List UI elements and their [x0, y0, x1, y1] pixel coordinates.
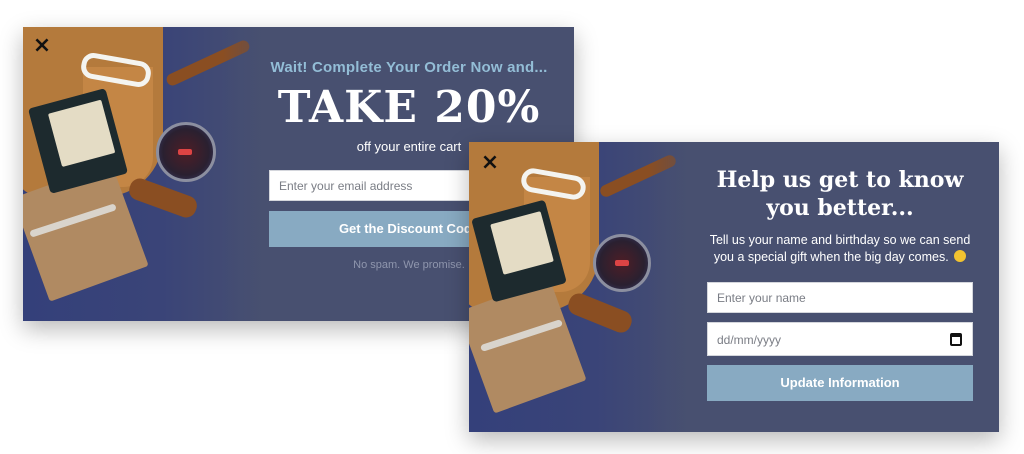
name-field[interactable]: Enter your name: [707, 282, 973, 313]
headline: TAKE 20%: [277, 82, 541, 133]
birthday-date-field[interactable]: dd/mm/yyyy: [707, 322, 973, 356]
glass-illustration: [156, 122, 216, 182]
popup-title: Help us get to know you better...: [716, 167, 964, 221]
popup-description: Tell us your name and birthday so we can…: [709, 233, 971, 264]
bag-strap-illustration: [126, 175, 200, 221]
eyebrow-text: Wait! Complete Your Order Now and...: [270, 59, 548, 76]
close-icon[interactable]: ×: [30, 34, 54, 58]
close-icon[interactable]: ×: [478, 151, 502, 175]
date-placeholder: dd/mm/yyyy: [717, 333, 782, 347]
calendar-icon[interactable]: [950, 333, 962, 346]
popup-content: Help us get to know you better... Tell u…: [707, 142, 973, 432]
glass-illustration: [593, 234, 651, 292]
winking-face-icon: [954, 250, 967, 262]
bag-strap-illustration: [565, 290, 635, 336]
update-information-button[interactable]: Update Information: [707, 365, 973, 401]
birthday-popup: × Help us get to know you better... Tell…: [469, 142, 999, 432]
